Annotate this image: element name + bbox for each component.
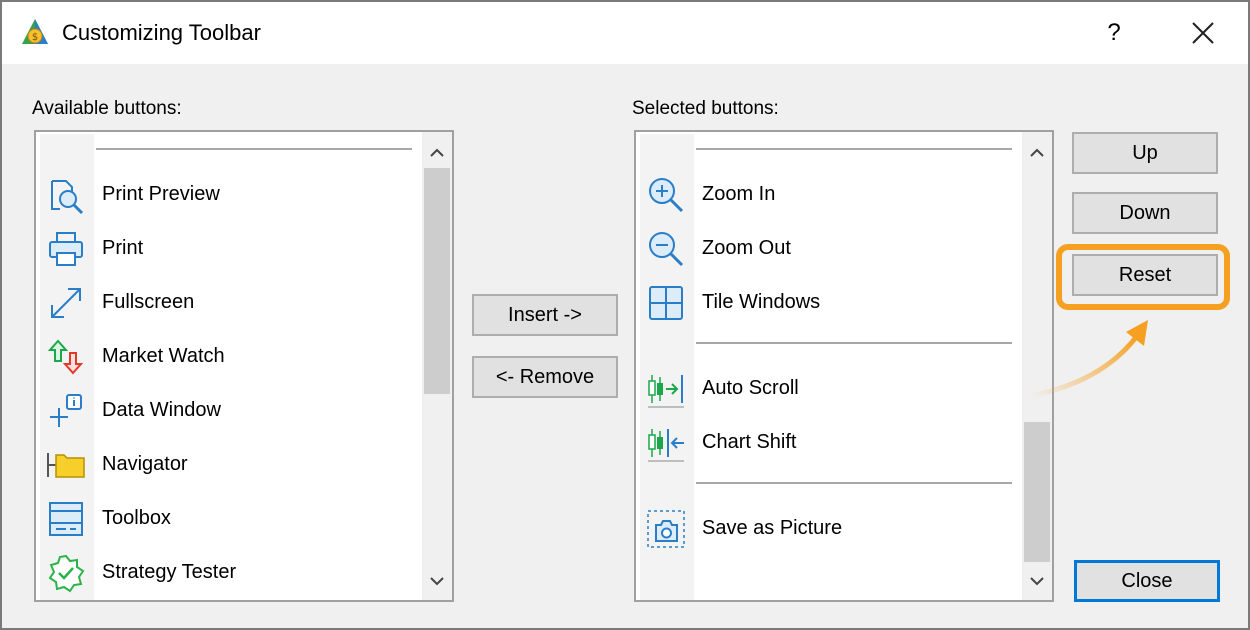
list-separator: [96, 148, 412, 150]
strategy-tester-icon: [48, 554, 85, 593]
list-item-label: Fullscreen: [102, 291, 195, 313]
svg-text:$: $: [32, 32, 38, 43]
customizing-toolbar-dialog: $ Customizing Toolbar ? Available button…: [0, 0, 1250, 630]
selected-buttons-label: Selected buttons:: [632, 98, 779, 119]
zoom-out-icon: [649, 232, 684, 267]
list-item-zoom-in[interactable]: Zoom In: [636, 168, 1022, 222]
annotation-arrow-icon: [1029, 320, 1148, 399]
list-separator: [696, 148, 1012, 150]
list-item-toolbox[interactable]: Toolbox: [36, 492, 422, 546]
list-separator: [696, 482, 1012, 484]
remove-button[interactable]: <- Remove: [472, 356, 618, 398]
list-item-label: Data Window: [102, 399, 221, 421]
title-bar: $ Customizing Toolbar ?: [2, 2, 1248, 64]
list-item-label: Print: [102, 237, 144, 259]
list-separator: [696, 342, 1012, 344]
list-item-strategy-tester[interactable]: Strategy Tester: [36, 546, 422, 600]
list-item-label: Zoom Out: [702, 237, 791, 259]
list-item-label: Toolbox: [102, 507, 171, 529]
scrollbar-thumb[interactable]: [424, 168, 450, 394]
down-button[interactable]: Down: [1072, 192, 1218, 234]
insert-button[interactable]: Insert ->: [472, 294, 618, 336]
list-item-label: Zoom In: [702, 183, 776, 205]
available-buttons-label: Available buttons:: [32, 98, 182, 119]
camera-icon: [647, 510, 685, 548]
list-item-navigator[interactable]: Navigator: [36, 438, 422, 492]
scroll-up-arrow-icon[interactable]: [1022, 136, 1052, 168]
list-item-market-watch[interactable]: Market Watch: [36, 330, 422, 384]
list-item-label: Tile Windows: [702, 291, 821, 313]
auto-scroll-icon: [648, 375, 684, 408]
selected-buttons-list[interactable]: Zoom In Zoom Out Tile Windows Auto Scrol…: [634, 130, 1054, 602]
list-item-save-as-picture[interactable]: Save as Picture: [636, 502, 1022, 556]
scrollbar-thumb[interactable]: [1024, 422, 1050, 562]
up-button[interactable]: Up: [1072, 132, 1218, 174]
dialog-title: Customizing Toolbar: [62, 20, 261, 45]
list-item-chart-shift[interactable]: Chart Shift: [636, 416, 1022, 470]
close-button[interactable]: Close: [1074, 560, 1220, 602]
list-item-label: Navigator: [102, 453, 188, 475]
help-button[interactable]: ?: [1096, 14, 1132, 52]
market-watch-icon: [47, 339, 84, 375]
list-item-label: Strategy Tester: [102, 561, 237, 583]
available-buttons-list[interactable]: Print Preview Print Fullscreen Market Wa…: [34, 130, 454, 602]
list-item-data-window[interactable]: Data Window: [36, 384, 422, 438]
scroll-down-arrow-icon[interactable]: [1022, 566, 1052, 598]
tile-windows-icon: [649, 286, 683, 320]
list-item-label: Chart Shift: [702, 431, 797, 453]
list-item-auto-scroll[interactable]: Auto Scroll: [636, 362, 1022, 416]
zoom-in-icon: [649, 178, 684, 213]
reset-highlight-annotation: [1056, 244, 1230, 310]
list-item-label: Save as Picture: [702, 517, 843, 539]
list-item-label: Auto Scroll: [702, 377, 799, 399]
close-icon[interactable]: [1182, 14, 1222, 52]
fullscreen-icon: [51, 288, 81, 318]
list-item-label: Print Preview: [102, 183, 220, 205]
metatrader-app-icon: $: [22, 19, 48, 44]
list-item-tile-windows[interactable]: Tile Windows: [636, 276, 1022, 330]
chart-shift-icon: [648, 429, 684, 462]
list-item-zoom-out[interactable]: Zoom Out: [636, 222, 1022, 276]
navigator-folder-icon: [47, 453, 85, 478]
scroll-down-arrow-icon[interactable]: [422, 566, 452, 598]
toolbox-icon: [49, 502, 83, 536]
list-item-label: Market Watch: [102, 345, 225, 367]
data-window-icon: [50, 394, 82, 427]
print-preview-icon: [51, 180, 84, 215]
scroll-up-arrow-icon[interactable]: [422, 136, 452, 168]
available-list-scrollbar[interactable]: [422, 132, 452, 600]
list-item-print[interactable]: Print: [36, 222, 422, 276]
printer-icon: [49, 232, 83, 266]
list-item-fullscreen[interactable]: Fullscreen: [36, 276, 422, 330]
list-item-print-preview[interactable]: Print Preview: [36, 168, 422, 222]
